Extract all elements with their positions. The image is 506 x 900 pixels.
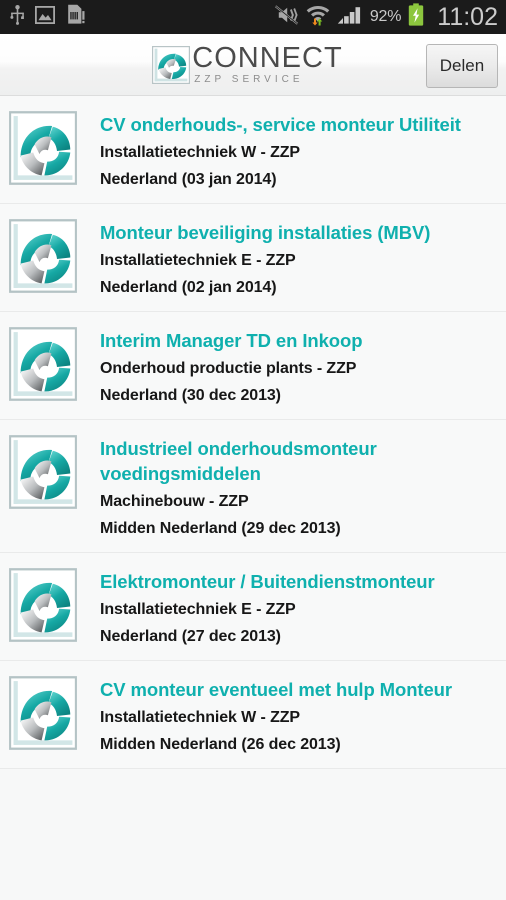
job-category: Installatietechniek E - ZZP [100,252,296,269]
usb-icon [10,4,25,30]
connect-zzp-logo-icon [8,110,78,186]
share-button[interactable]: Delen [426,44,498,88]
job-location-date: Nederland (27 dec 2013) [100,628,281,645]
job-list-item[interactable]: Monteur beveiliging installaties (MBV) In… [0,204,506,312]
job-list-item[interactable]: CV onderhouds-, service monteur Utilitei… [0,96,506,204]
cellular-signal-icon [337,5,363,30]
job-location-date: Nederland (30 dec 2013) [100,387,281,404]
job-item-body: Interim Manager TD en Inkoop Onderhoud pr… [100,326,498,407]
job-location-date: Nederland (03 jan 2014) [100,171,277,188]
job-location-date: Nederland (02 jan 2014) [100,279,277,296]
job-list-item[interactable]: Interim Manager TD en Inkoop Onderhoud pr… [0,312,506,420]
connect-zzp-logo-icon [8,326,78,402]
job-title[interactable]: CV monteur eventueel met hulp Monteur [100,677,498,702]
job-title[interactable]: Interim Manager TD en Inkoop [100,328,498,353]
job-category: Machinebouw - ZZP [100,493,249,510]
app-header: CONNECT ZZP SERVICE Delen [0,34,506,96]
job-title[interactable]: CV onderhouds-, service monteur Utilitei… [100,112,498,137]
connect-zzp-logo-icon [8,434,78,510]
brand-name-label: CONNECT [192,42,343,74]
job-location-date: Midden Nederland (26 dec 2013) [100,736,341,753]
wifi-transfer-icon [306,4,330,31]
status-bar-right-icons: 92% 11:02 [274,3,500,31]
job-list-item[interactable]: Industrieel onderhoudsmonteur voedingsmi… [0,420,506,553]
job-category: Installatietechniek E - ZZP [100,601,296,618]
connect-zzp-logo-icon [8,218,78,294]
job-category: Onderhoud productie plants - ZZP [100,360,357,377]
job-title[interactable]: Monteur beveiliging installaties (MBV) [100,220,498,245]
connect-zzp-logo-icon [8,675,78,751]
job-list[interactable]: CV onderhouds-, service monteur Utilitei… [0,96,506,900]
list-empty-area [0,769,506,900]
screenshot-image-icon [34,5,56,30]
connect-zzp-logo-icon [8,567,78,643]
job-category: Installatietechniek W - ZZP [100,144,301,161]
connect-zzp-logo-icon [151,45,191,85]
brand-subtitle-label: ZZP SERVICE [194,74,304,85]
brand-logo: CONNECT ZZP SERVICE [151,44,342,85]
brand-text: CONNECT ZZP SERVICE [192,42,343,86]
mute-vibrate-off-icon [274,4,299,30]
job-location-date: Midden Nederland (29 dec 2013) [100,520,341,537]
status-bar-left-icons [10,4,85,30]
battery-percent-label: 92% [369,8,402,25]
job-item-body: Industrieel onderhoudsmonteur voedingsmi… [100,434,498,540]
job-item-body: Elektromonteur / Buitendienstmonteur Inst… [100,567,498,648]
job-category: Installatietechniek W - ZZP [100,709,301,726]
job-item-body: Monteur beveiliging installaties (MBV) In… [100,218,498,299]
job-list-item[interactable]: Elektromonteur / Buitendienstmonteur Inst… [0,553,506,661]
clock-label: 11:02 [437,2,498,31]
job-title[interactable]: Industrieel onderhoudsmonteur voedingsmi… [100,436,498,486]
sd-card-icon [65,4,85,30]
battery-charging-icon [408,3,424,31]
job-list-item[interactable]: CV monteur eventueel met hulp Monteur Ins… [0,661,506,769]
job-item-body: CV onderhouds-, service monteur Utilitei… [100,110,498,191]
status-bar: 92% 11:02 [0,0,506,34]
job-title[interactable]: Elektromonteur / Buitendienstmonteur [100,569,498,594]
job-item-body: CV monteur eventueel met hulp Monteur Ins… [100,675,498,756]
